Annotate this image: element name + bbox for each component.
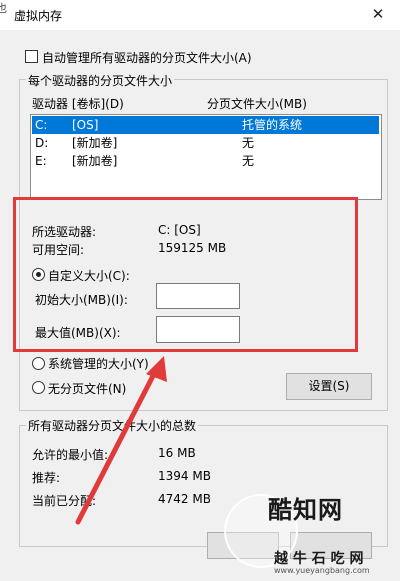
watermark-sub: 越 牛 石 吃 网 [274, 551, 364, 567]
watermark-brand: 酷知网 [268, 496, 343, 524]
watermark-url: www.yueyangbang.com [274, 566, 370, 575]
watermark: 酷知网 越 牛 石 吃 网 www.yueyangbang.com [222, 490, 400, 581]
